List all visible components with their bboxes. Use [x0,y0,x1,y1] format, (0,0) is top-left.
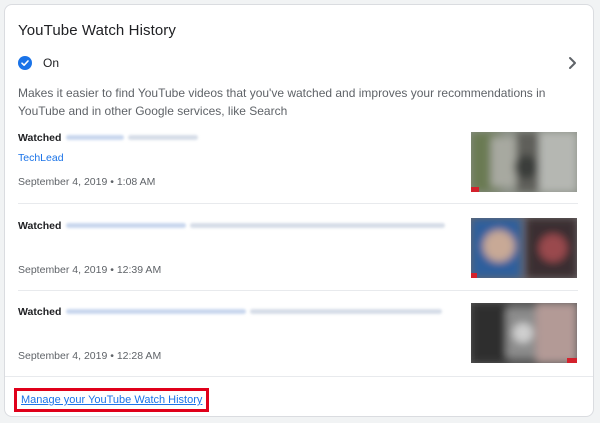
chevron-right-icon[interactable] [566,56,578,75]
redacted-title [190,223,445,228]
footer-divider [5,376,593,377]
status-label: On [43,56,60,70]
redacted-title [66,223,186,228]
watch-timestamp: September 4, 2019 • 12:39 AM [18,264,162,276]
channel-link[interactable]: TechLead [18,152,64,164]
redacted-title [128,135,198,140]
watched-label: Watched [18,306,62,318]
video-thumbnail[interactable] [471,218,577,278]
check-circle-icon [18,56,32,70]
redacted-title [250,309,442,314]
video-thumbnail[interactable] [471,132,577,192]
watch-timestamp: September 4, 2019 • 1:08 AM [18,176,156,188]
card-title: YouTube Watch History [18,22,177,39]
redacted-title [66,135,124,140]
watch-history-card: YouTube Watch History On Makes it easier… [4,4,594,417]
watched-label: Watched [18,220,62,232]
item-divider [18,290,578,291]
manage-watch-history-link[interactable]: Manage your YouTube Watch History [14,388,210,412]
watch-timestamp: September 4, 2019 • 12:28 AM [18,350,162,362]
video-thumbnail[interactable] [471,303,577,363]
item-divider [18,203,578,204]
history-description: Makes it easier to find YouTube videos t… [18,86,546,118]
watched-label: Watched [18,132,62,144]
redacted-title [66,309,246,314]
status-row[interactable]: On [18,51,578,75]
